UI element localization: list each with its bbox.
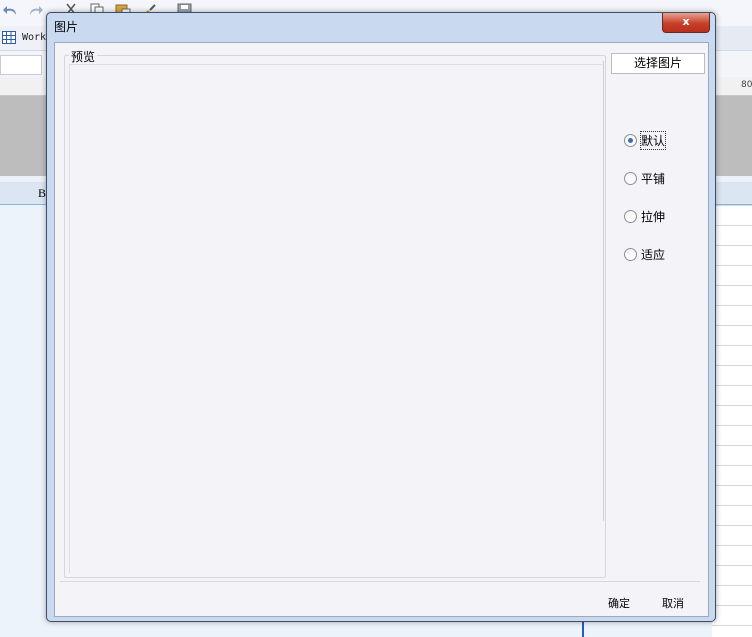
radio-stretch-label[interactable]: 拉伸: [641, 208, 665, 225]
cancel-button[interactable]: 取消: [657, 596, 689, 612]
workbook-tab-label[interactable]: Work: [22, 32, 46, 43]
radio-unchecked-icon[interactable]: [624, 172, 637, 185]
dialog-client-area: 预览 选择图片 默认 平铺 拉伸 适应 确定 取消: [54, 42, 709, 617]
preview-group: 预览: [64, 48, 606, 578]
sheet-grid[interactable]: [712, 205, 752, 637]
preview-area: [69, 64, 602, 573]
preview-label: 预览: [69, 48, 98, 65]
radio-checked-icon[interactable]: [624, 134, 637, 147]
tab-row-strip: [710, 26, 752, 50]
workbook-icon: [2, 31, 16, 44]
preview-divider: [603, 61, 604, 521]
close-icon: x: [682, 15, 690, 28]
redo-icon[interactable]: [26, 2, 44, 20]
radio-fit-label[interactable]: 适应: [641, 246, 665, 263]
radio-default-label[interactable]: 默认: [639, 131, 667, 150]
ok-button[interactable]: 确定: [604, 596, 634, 612]
dialog-title: 图片: [54, 20, 79, 34]
undo-icon[interactable]: [2, 2, 20, 20]
radio-unchecked-icon[interactable]: [624, 210, 637, 223]
close-button[interactable]: x: [662, 13, 710, 33]
picture-dialog: 图片 x 预览 选择图片 默认 平铺 拉伸 适应 确定 取消: [46, 12, 716, 622]
name-box[interactable]: [0, 55, 42, 75]
ruler-number: 80: [741, 80, 752, 90]
bottom-separator: [60, 581, 700, 582]
cell-cursor: [582, 622, 584, 637]
radio-unchecked-icon[interactable]: [624, 248, 637, 261]
radio-tile-label[interactable]: 平铺: [641, 170, 665, 187]
select-image-button[interactable]: 选择图片: [611, 53, 705, 74]
column-header-label[interactable]: B: [38, 186, 46, 201]
